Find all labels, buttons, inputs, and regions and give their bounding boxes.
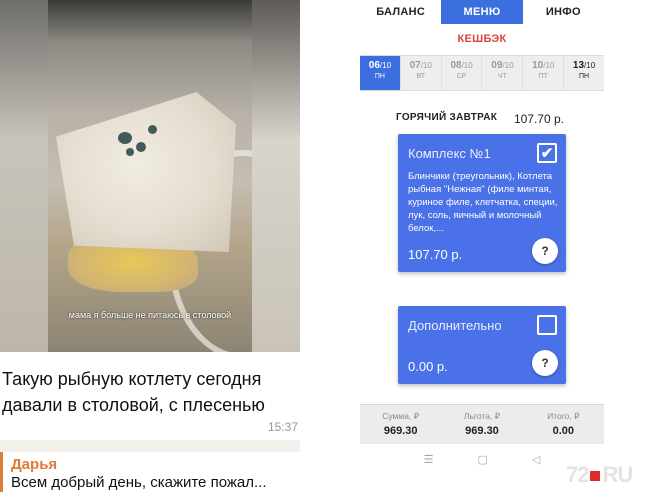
back-icon[interactable]: ◁ xyxy=(532,453,540,466)
day-month: /10 xyxy=(420,61,432,70)
day-tab[interactable]: 10/10 ПТ xyxy=(522,56,563,90)
day-selector: 06/10 ПН 07/10 ВТ 08/10 СР 09/10 ЧТ 10/1… xyxy=(360,55,604,91)
menu-card-complex[interactable]: Комплекс №1 ✔ Блинчики (треугольник), Ко… xyxy=(398,134,566,272)
total-final: Итого, ₽ 0.00 xyxy=(523,405,604,444)
tab-balance[interactable]: БАЛАНС xyxy=(360,0,441,24)
day-number: 09 xyxy=(491,60,503,71)
photo-blur-left xyxy=(0,0,48,352)
day-month: /10 xyxy=(502,61,514,70)
canteen-app: БАЛАНС МЕНЮ ИНФО КЕШБЭК 06/10 ПН 07/10 В… xyxy=(360,0,604,492)
mold-spot xyxy=(118,132,132,144)
mold-spot xyxy=(126,148,134,156)
total-label: Льгота, ₽ xyxy=(463,411,501,421)
mold-spot xyxy=(136,142,146,152)
message-bubble: Такую рыбную котлету сегодня давали в ст… xyxy=(0,352,300,440)
day-number: 10 xyxy=(532,60,544,71)
home-icon[interactable]: ▢ xyxy=(478,453,488,466)
logo-square xyxy=(590,471,601,482)
help-button[interactable]: ? xyxy=(532,350,558,376)
total-value: 0.00 xyxy=(552,425,575,437)
meal-header: ГОРЯЧИЙ ЗАВТРАК 107.70 р. xyxy=(396,112,564,126)
day-number: 08 xyxy=(450,60,462,71)
watermark-logo: 72 RU xyxy=(566,462,633,487)
chat-photo[interactable]: мама я больше не питаюсь в столовой xyxy=(0,0,300,352)
day-tab[interactable]: 08/10 СР xyxy=(440,56,482,90)
day-tab[interactable]: 13/10 ПН xyxy=(563,56,604,90)
chat-panel: мама я больше не питаюсь в столовой Таку… xyxy=(0,0,300,492)
day-weekday: ПТ xyxy=(538,73,548,80)
day-number: 07 xyxy=(409,60,421,71)
message-author: Дарья xyxy=(11,456,58,473)
help-button[interactable]: ? xyxy=(532,238,558,264)
next-message[interactable]: Дарья Всем добрый день, скажите пожал... xyxy=(0,452,300,492)
card-title: Комплекс №1 xyxy=(408,146,491,161)
card-description: Блинчики (треугольник), Котлета рыбная "… xyxy=(408,171,558,234)
tab-menu[interactable]: МЕНЮ xyxy=(441,0,523,24)
message-time: 15:37 xyxy=(267,420,298,434)
card-checkbox[interactable] xyxy=(537,315,557,335)
day-weekday: ВТ xyxy=(416,73,425,80)
day-weekday: ПН xyxy=(579,73,590,80)
day-tab[interactable]: 09/10 ЧТ xyxy=(481,56,522,90)
day-tab[interactable]: 06/10 ПН xyxy=(360,56,400,90)
day-month: /10 xyxy=(379,61,392,70)
day-weekday: СР xyxy=(456,73,467,80)
total-sum: Сумма, ₽ 969.30 xyxy=(360,405,441,444)
day-number: 13 xyxy=(572,60,585,71)
top-nav: БАЛАНС МЕНЮ ИНФО xyxy=(360,0,604,24)
fish-cutlet-shape xyxy=(56,92,236,252)
tab-info[interactable]: ИНФО xyxy=(523,0,604,24)
menu-card-extra[interactable]: Дополнительно 0.00 р. ? xyxy=(398,306,566,384)
photo-caption: мама я больше не питаюсь в столовой xyxy=(68,310,232,320)
day-month: /10 xyxy=(584,61,596,70)
cashback-link[interactable]: КЕШБЭК xyxy=(360,33,604,45)
day-weekday: ЧТ xyxy=(497,73,507,80)
photo-content: мама я больше не питаюсь в столовой xyxy=(48,0,252,352)
total-label: Итого, ₽ xyxy=(547,411,580,421)
menu-icon[interactable]: ☰ xyxy=(424,453,434,466)
total-value: 969.30 xyxy=(465,425,499,437)
total-discount: Льгота, ₽ 969.30 xyxy=(441,405,522,444)
meal-price: 107.70 р. xyxy=(513,112,564,126)
card-checkbox[interactable]: ✔ xyxy=(537,143,557,163)
meal-title: ГОРЯЧИЙ ЗАВТРАК xyxy=(396,112,498,123)
total-label: Сумма, ₽ xyxy=(382,411,420,421)
message-preview: Всем добрый день, скажите пожал... xyxy=(11,474,267,491)
card-price: 107.70 р. xyxy=(408,247,463,262)
totals-bar: Сумма, ₽ 969.30 Льгота, ₽ 969.30 Итого, … xyxy=(360,404,604,444)
photo-blur-right xyxy=(252,0,300,352)
day-month: /10 xyxy=(461,61,473,70)
message-text: Такую рыбную котлету сегодня давали в ст… xyxy=(2,369,265,415)
day-month: /10 xyxy=(543,61,555,70)
day-number: 06 xyxy=(368,60,380,71)
checkmark-icon: ✔ xyxy=(540,145,554,162)
day-tab[interactable]: 07/10 ВТ xyxy=(399,56,441,90)
card-price: 0.00 р. xyxy=(408,359,448,374)
card-title: Дополнительно xyxy=(408,318,502,333)
day-weekday: ПН xyxy=(374,73,385,80)
total-value: 969.30 xyxy=(383,425,418,437)
mold-spot xyxy=(148,125,157,134)
